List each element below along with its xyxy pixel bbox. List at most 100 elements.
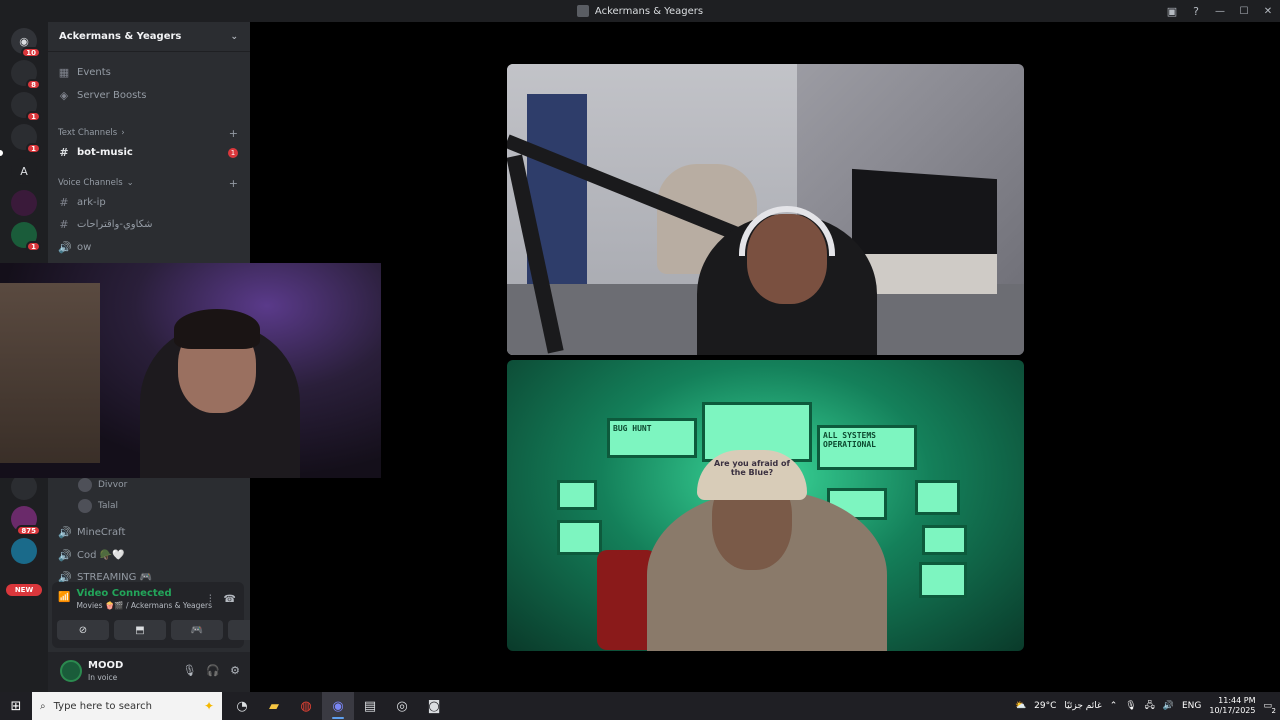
new-badge[interactable]: NEW [6, 584, 42, 596]
member-name: Talal [98, 501, 119, 511]
app-icon-bm[interactable]: ▤ [354, 692, 386, 720]
server-2[interactable] [11, 190, 37, 216]
category-text-channels[interactable]: Text Channels › [58, 128, 125, 138]
chevron-up-icon[interactable]: ⌃ [1110, 701, 1118, 711]
user-status: In voice [88, 673, 118, 682]
server-name: Ackermans & Yeagers [59, 31, 182, 42]
chevron-down-icon: ⌄ [230, 31, 238, 42]
hash-icon: # [59, 218, 69, 231]
sidebar-item-boosts[interactable]: ◈ Server Boosts [58, 89, 147, 102]
chevron-right-icon: › [121, 128, 125, 138]
channel-label: شكاوي-واقتراحات [77, 219, 153, 230]
dm-avatar-3[interactable]: 1 [11, 124, 41, 154]
voice-location[interactable]: Movies 🍿🎬 / Ackermans & Yeagers [76, 601, 212, 610]
user-panel: MOOD In voice 🎙 🎧 ⚙ [48, 652, 250, 692]
weather-temp[interactable]: 29°C [1034, 701, 1056, 711]
chrome-icon[interactable]: ◍ [290, 692, 322, 720]
system-tray: ⛅ 29°C غائم جزئيًا ⌃ 🎙 🖧 🔊 ENG 11:44 PM … [1015, 692, 1280, 720]
avatar[interactable] [60, 660, 82, 682]
notification-count: 2 [1271, 707, 1276, 715]
server-5[interactable]: 875 [11, 506, 41, 536]
server-6[interactable] [11, 538, 37, 564]
unread-pill [0, 150, 3, 156]
network-icon[interactable]: 🖧 [1145, 698, 1155, 714]
pip-hair [174, 309, 260, 349]
add-text-channel-icon[interactable]: + [229, 127, 238, 140]
notification-icon[interactable]: ▭ 2 [1263, 701, 1276, 715]
boost-icon: ◈ [59, 89, 69, 102]
category-label: Voice Channels [58, 178, 123, 188]
speaker-icon: 🔊 [58, 241, 72, 254]
minimize-button[interactable]: — [1208, 0, 1232, 22]
channel-ark-ip[interactable]: # ark-ip [58, 196, 106, 209]
microphone-icon[interactable]: 🎙 [182, 664, 196, 677]
file-explorer-icon[interactable]: ▰ [258, 692, 290, 720]
channel-ow[interactable]: 🔊 ow [58, 241, 91, 254]
dm-avatar-1[interactable]: 8 [11, 60, 41, 90]
camera-off-button[interactable]: ⊘ [57, 620, 109, 640]
user-name[interactable]: MOOD [88, 660, 123, 671]
mention-badge: 1 [228, 148, 238, 158]
video-tile-1[interactable] [507, 64, 1024, 355]
disconnect-icon[interactable]: ☎ [224, 594, 236, 605]
close-button[interactable]: ✕ [1256, 0, 1280, 22]
volume-icon[interactable]: 🔊 [1163, 701, 1174, 711]
voice-status-text[interactable]: Video Connected [76, 588, 212, 599]
channel-label: MineCraft [77, 527, 126, 538]
inbox-icon[interactable]: ▣ [1160, 0, 1184, 22]
help-icon[interactable]: ? [1184, 0, 1208, 22]
weather-desc[interactable]: غائم جزئيًا [1064, 701, 1101, 711]
signal-icon[interactable]: 📶 [58, 592, 70, 603]
gear-icon[interactable]: ⚙ [230, 664, 240, 677]
screen-text: BUG HUNT [613, 424, 652, 433]
app-icon-circle[interactable]: ◎ [386, 692, 418, 720]
avatar [78, 499, 92, 513]
windows-taskbar: ⊞ ⌕ Type here to search ✦ ◔ ▰ ◍ ◉ ▤ ◎ ◙ … [0, 692, 1280, 720]
voice-member[interactable]: Talal [78, 499, 118, 513]
video-tile-2[interactable]: BUG HUNT ALL SYSTEMS OPERATIONAL Are you… [507, 360, 1024, 651]
channel-complaints[interactable]: # شكاوي-واقتراحات [58, 218, 153, 231]
channel-cod[interactable]: 🔊 Cod 🪖🤍 [58, 549, 125, 562]
avatar [78, 478, 92, 492]
headphones-icon[interactable]: 🎧 [206, 664, 220, 677]
noise-suppression-icon[interactable]: ⫶ [209, 594, 212, 605]
speaker-icon: 🔊 [58, 526, 72, 539]
window-title-text: Ackermans & Yeagers [594, 5, 704, 17]
server-header[interactable]: Ackermans & Yeagers ⌄ [48, 22, 250, 52]
direct-messages-button[interactable]: ◉ 10 [11, 28, 41, 58]
obs-icon[interactable]: ◙ [418, 692, 450, 720]
channel-bot-music[interactable]: # bot-music [58, 146, 132, 159]
screen-text: ALL SYSTEMS OPERATIONAL [823, 431, 876, 449]
bg-screen-bug-hunt: BUG HUNT [607, 418, 697, 458]
channel-minecraft[interactable]: 🔊 MineCraft [58, 526, 125, 539]
server-a[interactable]: A [11, 158, 37, 184]
server-badge: 875 [16, 525, 41, 536]
search-placeholder: Type here to search [53, 700, 152, 712]
channel-label: Cod 🪖🤍 [77, 550, 125, 561]
windows-start-icon[interactable]: ⊞ [0, 692, 32, 720]
bg-screen-small [915, 480, 960, 515]
weather-icon[interactable]: ⛅ [1015, 701, 1026, 711]
self-camera-pip[interactable] [0, 263, 381, 478]
add-voice-channel-icon[interactable]: + [229, 177, 238, 190]
maximize-button[interactable]: ☐ [1232, 0, 1256, 22]
dm-badge: 1 [26, 143, 41, 154]
channel-label: ow [77, 242, 92, 253]
category-voice-channels[interactable]: Voice Channels ⌄ [58, 178, 134, 188]
activities-button[interactable]: 🎮 [171, 620, 223, 640]
language-indicator[interactable]: ENG [1182, 701, 1201, 711]
copilot-icon[interactable]: ◔ [226, 692, 258, 720]
discord-taskbar-icon[interactable]: ◉ [322, 692, 354, 720]
bg-screen-small [922, 525, 967, 555]
discord-logo-icon: ◉ [19, 34, 29, 48]
screen-share-button[interactable]: ⬒ [114, 620, 166, 640]
sidebar-item-events[interactable]: ▦ Events [58, 66, 111, 79]
dm-avatar-2[interactable]: 1 [11, 92, 41, 122]
clock[interactable]: 11:44 PM 10/17/2025 [1209, 696, 1255, 715]
mic-tray-icon[interactable]: 🎙 [1125, 701, 1136, 711]
voice-member[interactable]: Divvor [78, 478, 127, 492]
server-3[interactable]: 1 [11, 222, 41, 252]
copilot-sparkle-icon: ✦ [203, 699, 214, 713]
channel-label: ark-ip [77, 197, 106, 208]
taskbar-search[interactable]: ⌕ Type here to search ✦ [32, 692, 222, 720]
